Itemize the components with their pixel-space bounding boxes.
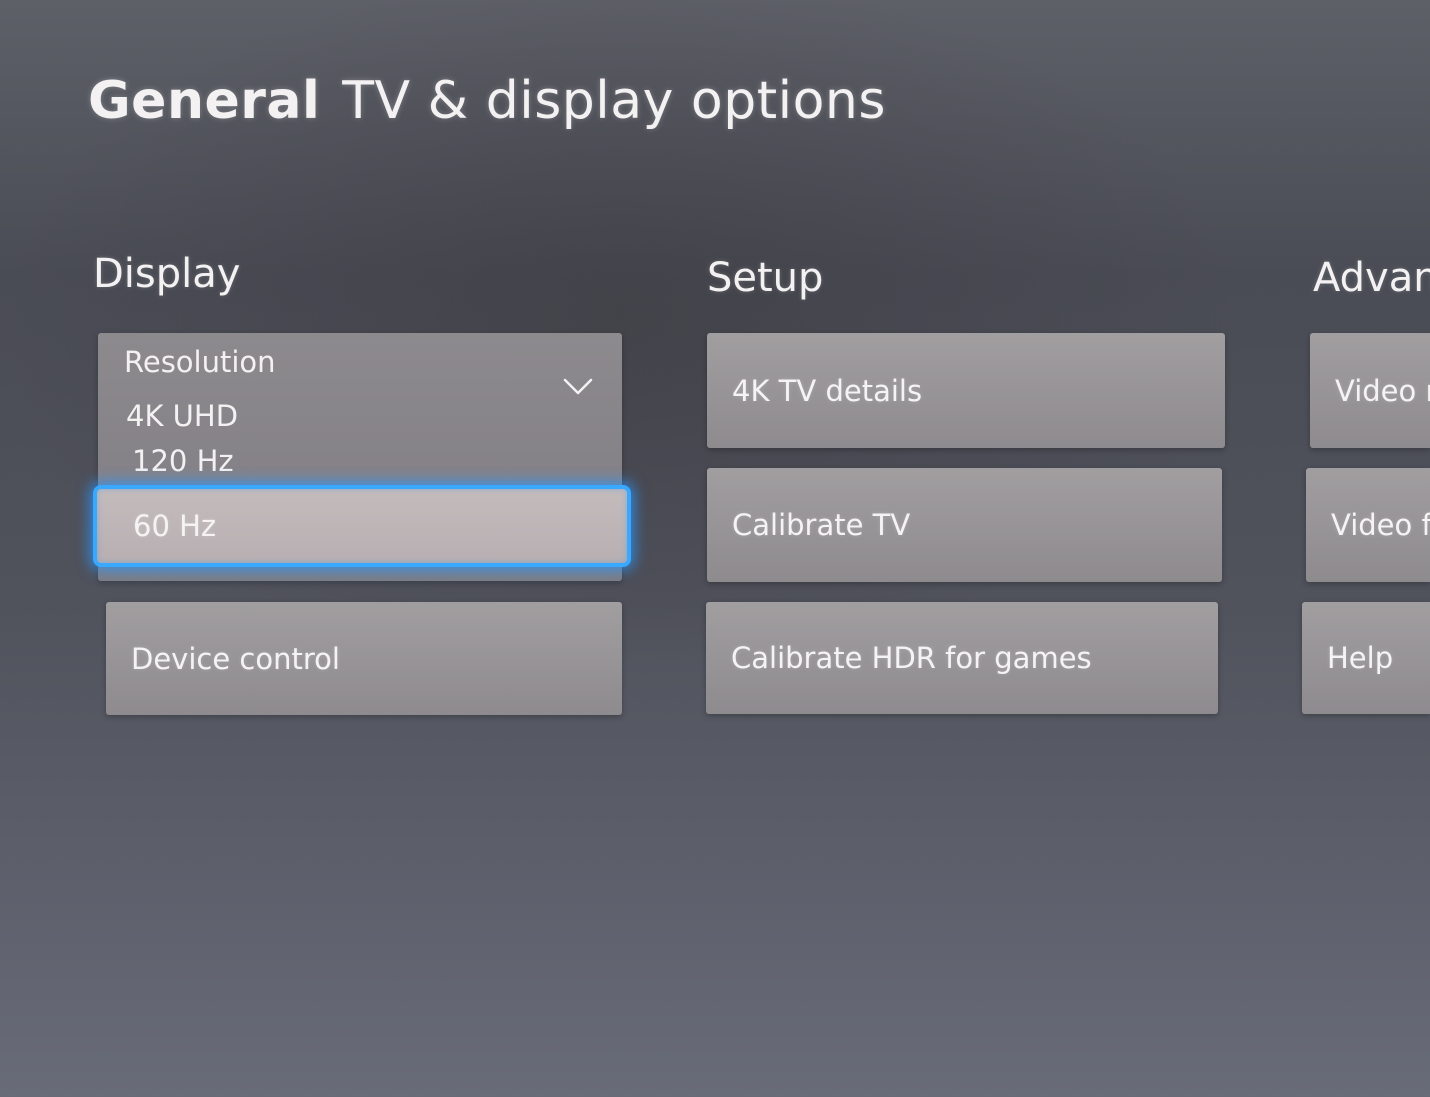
4k-tv-details-button[interactable]: 4K TV details (707, 333, 1225, 448)
page-title: General TV & display options (88, 66, 886, 136)
device-control-label: Device control (131, 641, 340, 676)
help-label: Help (1327, 641, 1394, 675)
calibrate-tv-button[interactable]: Calibrate TV (707, 468, 1222, 582)
video-fidelity-label: Video fi (1331, 508, 1430, 542)
calibrate-hdr-button[interactable]: Calibrate HDR for games (706, 602, 1218, 714)
resolution-label: Resolution (124, 345, 276, 379)
resolution-option-120hz[interactable]: 120 Hz (132, 444, 234, 478)
help-button[interactable]: Help (1302, 602, 1430, 714)
video-fidelity-button[interactable]: Video fi (1306, 468, 1430, 582)
calibrate-hdr-label: Calibrate HDR for games (731, 641, 1092, 675)
advanced-heading: Advan (1313, 255, 1430, 301)
display-heading: Display (93, 251, 241, 297)
calibrate-tv-label: Calibrate TV (732, 508, 911, 542)
resolution-option-60hz[interactable]: 60 Hz (93, 485, 631, 567)
chevron-down-icon[interactable] (563, 377, 593, 397)
device-control-button[interactable]: Device control (106, 602, 622, 715)
resolution-option-60hz-label: 60 Hz (133, 509, 217, 543)
video-modes-label: Video r (1335, 373, 1430, 408)
4k-tv-details-label: 4K TV details (732, 373, 923, 408)
breadcrumb-section: General (88, 71, 321, 131)
breadcrumb-page: TV & display options (342, 71, 886, 131)
video-modes-button[interactable]: Video r (1310, 333, 1430, 448)
resolution-option-4k-uhd[interactable]: 4K UHD (126, 399, 238, 433)
setup-heading: Setup (707, 255, 824, 301)
